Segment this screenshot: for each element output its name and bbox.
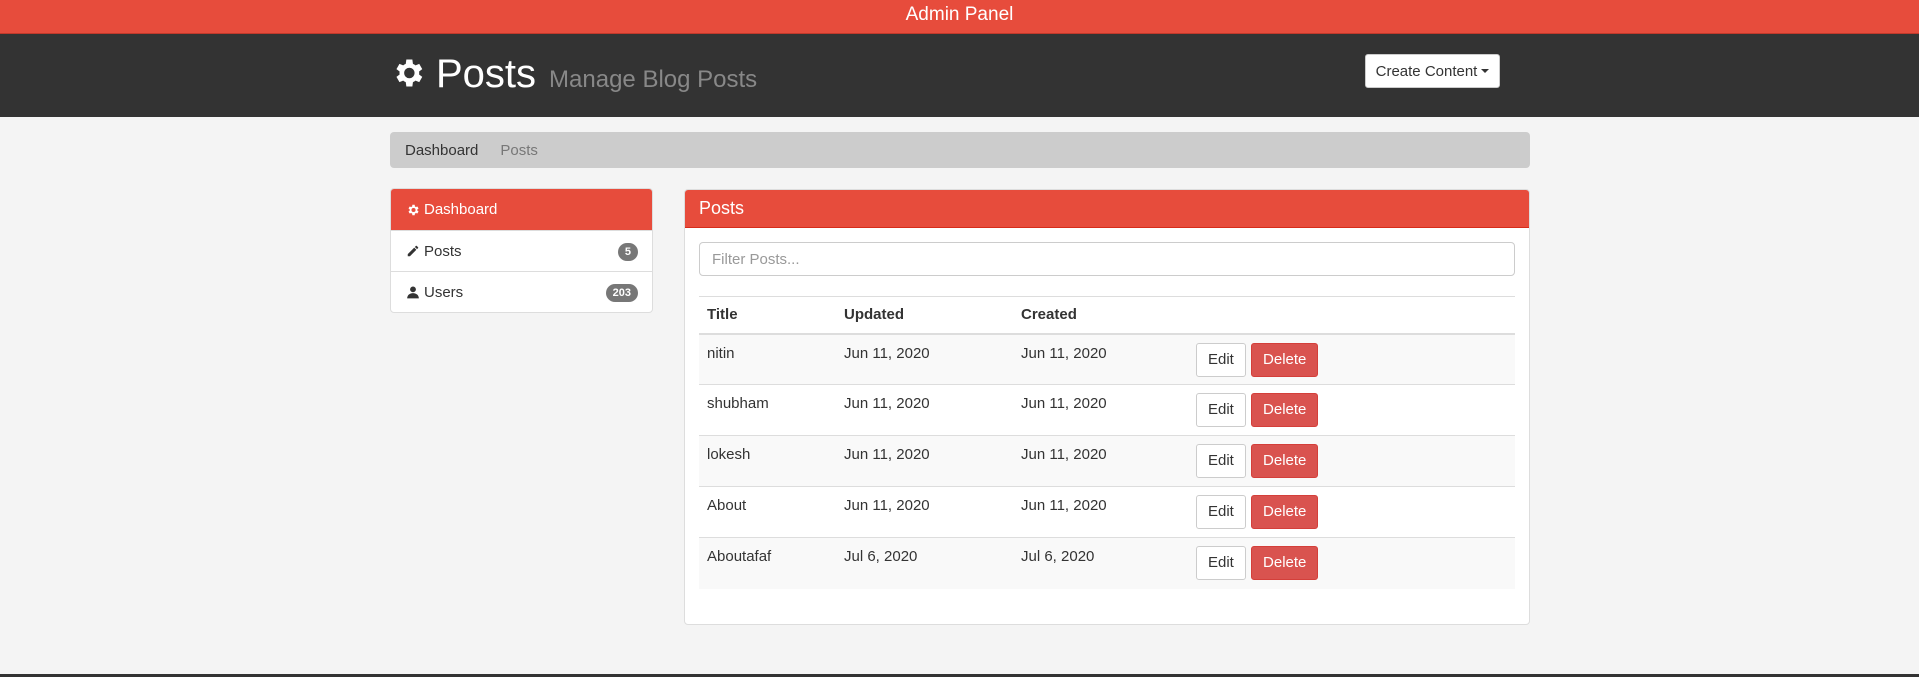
table-row: About Jun 11, 2020 Jun 11, 2020 Edit Del… [699,486,1515,538]
delete-button[interactable]: Delete [1251,393,1319,427]
filter-posts-input[interactable] [699,242,1515,276]
gear-icon [396,59,423,86]
table-row: Aboutafaf Jul 6, 2020 Jul 6, 2020 Edit D… [699,537,1515,589]
edit-button[interactable]: Edit [1196,393,1246,427]
post-created: Jun 11, 2020 [1013,486,1188,538]
pencil-icon [407,245,419,257]
post-title: About [699,486,836,538]
table-row: lokesh Jun 11, 2020 Jun 11, 2020 Edit De… [699,435,1515,487]
delete-button[interactable]: Delete [1251,444,1319,478]
post-created: Jun 11, 2020 [1013,435,1188,487]
admin-panel-title: Admin Panel [905,4,1014,25]
user-icon [407,286,419,299]
breadcrumb-dashboard[interactable]: Dashboard [405,142,478,159]
post-created: Jun 11, 2020 [1013,384,1188,436]
edit-button[interactable]: Edit [1196,546,1246,580]
post-title: lokesh [699,435,836,487]
post-created: Jul 6, 2020 [1013,537,1188,589]
post-updated: Jun 11, 2020 [836,486,1013,538]
sidebar-item-posts[interactable]: Posts 5 [391,230,652,271]
posts-table: Title Updated Created nitin Jun 11, 2020… [699,296,1515,589]
edit-button[interactable]: Edit [1196,495,1246,529]
post-title: Aboutafaf [699,537,836,589]
row-actions: Edit Delete [1188,537,1515,589]
row-actions: Edit Delete [1188,333,1515,385]
table-row: shubham Jun 11, 2020 Jun 11, 2020 Edit D… [699,384,1515,436]
panel-heading: Posts [685,190,1529,228]
page-title: Posts [436,52,537,96]
delete-button[interactable]: Delete [1251,495,1319,529]
admin-panel-bar: Admin Panel [0,0,1919,34]
page-subtitle: Manage Blog Posts [549,66,758,93]
sidebar-item-label: Dashboard [424,201,498,218]
delete-button[interactable]: Delete [1251,342,1319,377]
page-title-group: Posts Manage Blog Posts [390,52,757,97]
sidebar-item-dashboard[interactable]: Dashboard [391,189,652,230]
gear-icon [408,204,419,215]
sidebar-item-users[interactable]: Users 203 [391,271,652,312]
table-row: nitin Jun 11, 2020 Jun 11, 2020 Edit Del… [699,333,1515,385]
sidebar: Dashboard Posts 5 Users 203 [390,188,653,313]
caret-down-icon [1481,69,1490,73]
row-actions: Edit Delete [1188,435,1515,487]
post-updated: Jun 11, 2020 [836,435,1013,487]
create-content-label: Create Content [1375,62,1478,80]
column-header-actions [1188,296,1515,335]
post-updated: Jul 6, 2020 [836,537,1013,589]
breadcrumb: Dashboard Posts [390,132,1530,168]
column-header-title: Title [699,296,836,335]
users-count-badge: 203 [605,284,638,302]
breadcrumb-posts: Posts [500,141,538,159]
table-header-row: Title Updated Created [699,296,1515,335]
row-actions: Edit Delete [1188,384,1515,436]
edit-button[interactable]: Edit [1196,444,1246,478]
post-created: Jun 11, 2020 [1013,333,1188,385]
sidebar-item-label: Posts [424,242,462,260]
page-header: Posts Manage Blog Posts Create Content [0,34,1919,117]
column-header-updated: Updated [836,296,1013,335]
post-updated: Jun 11, 2020 [836,384,1013,436]
edit-button[interactable]: Edit [1196,342,1246,377]
posts-count-badge: 5 [617,243,638,261]
post-title: nitin [699,333,836,385]
row-actions: Edit Delete [1188,486,1515,538]
delete-button[interactable]: Delete [1251,546,1319,580]
sidebar-item-label: Users [424,283,464,301]
column-header-created: Created [1013,296,1188,335]
posts-panel: Posts Title Updated Created nitin Jun 11… [684,189,1530,625]
post-updated: Jun 11, 2020 [836,333,1013,385]
create-content-button[interactable]: Create Content [1365,54,1500,88]
post-title: shubham [699,384,836,436]
